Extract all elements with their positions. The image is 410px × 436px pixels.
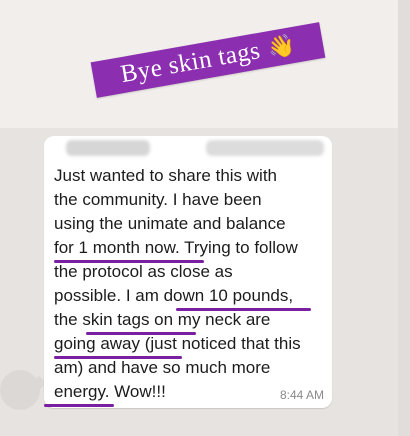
sender-phone-redacted [206, 140, 324, 156]
message-bubble[interactable]: Just wanted to share this with the commu… [44, 136, 332, 408]
caption-banner: Bye skin tags 👋 [90, 22, 326, 98]
scrollbar[interactable] [398, 0, 410, 436]
highlight-underline-energy [44, 404, 114, 407]
message-text: Just wanted to share this with the commu… [54, 166, 301, 401]
waving-hand-icon: 👋 [265, 31, 298, 62]
caption-text: Bye skin tags [118, 37, 263, 89]
highlight-underline-skin-tags [86, 332, 196, 335]
highlight-underline-down-10-pounds [176, 308, 311, 311]
sender-name-redacted [66, 140, 150, 156]
post-header-area: Bye skin tags 👋 [0, 0, 410, 128]
message-time: 8:44 AM [279, 388, 324, 402]
highlight-underline-going-away [54, 356, 182, 359]
highlight-underline-1-month-now [54, 260, 204, 263]
avatar[interactable] [0, 370, 40, 410]
